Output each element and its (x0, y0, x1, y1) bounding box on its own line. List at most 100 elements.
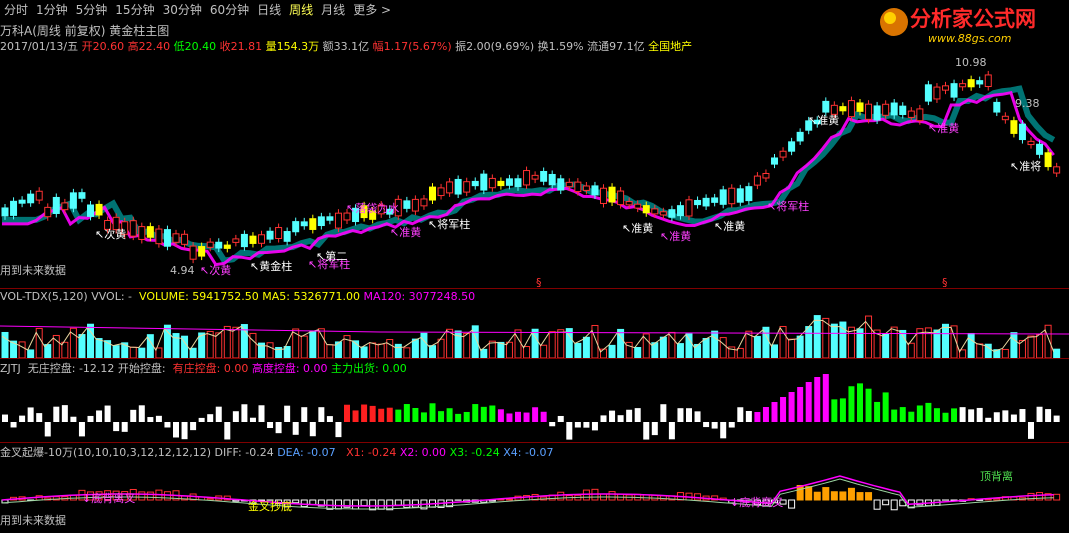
tab-5min[interactable]: 5分钟 (72, 0, 112, 20)
candle (87, 204, 94, 217)
candle (668, 209, 676, 218)
future-note: 用到未来数据 (0, 263, 66, 277)
volume-bar (95, 338, 103, 358)
macd-bar (890, 499, 898, 511)
macd-bar (352, 499, 360, 510)
candle (523, 170, 531, 186)
tab-15min[interactable]: 15分钟 (111, 0, 158, 20)
volume-bar (78, 334, 86, 358)
volume-bar (591, 324, 599, 358)
price-annotation: ↖次黄 (200, 263, 231, 277)
zjtj-bar (951, 408, 958, 422)
zjtj-bar (318, 407, 325, 422)
volume-bar (429, 345, 436, 358)
chart-title: 万科A(周线 前复权) 黄金柱主图 (0, 24, 170, 38)
volume-bar (1027, 335, 1035, 358)
candle (505, 178, 513, 186)
zjtj-bar (130, 409, 137, 422)
zjtj-bar (668, 422, 675, 440)
volume-bar (634, 347, 642, 358)
volume-bar (523, 346, 531, 358)
candle (728, 187, 736, 205)
macd-bar (608, 491, 616, 501)
zjtj-bar (728, 422, 735, 428)
candle (899, 105, 907, 115)
zjtj-bar (1045, 409, 1052, 422)
volume-bar (1036, 334, 1044, 358)
volume-bar (548, 331, 556, 358)
candle (163, 229, 171, 247)
tab-60min[interactable]: 60分钟 (206, 0, 253, 20)
macd-chart[interactable]: 顶背离金叉抄底 ↓底背离叉 ↓底背离叉用到未来数据 (0, 458, 1069, 533)
tab-weekly[interactable]: 周线 (285, 0, 317, 20)
macd-bar (309, 499, 317, 505)
zjtj-bar (284, 405, 291, 422)
volume-bar (813, 315, 821, 358)
candle (181, 233, 189, 245)
price-annotation: ↖落袋为水 (346, 201, 399, 215)
volume-bar (61, 341, 69, 358)
zjtj-bar (814, 377, 821, 422)
volume-bar (437, 338, 445, 358)
zjtj-bar (463, 411, 470, 422)
macd-bar (411, 499, 419, 508)
zjtj-bar (420, 412, 427, 422)
zjtj-bar (352, 410, 359, 422)
zjtj-bar (215, 406, 222, 422)
zjtj-bar (976, 407, 983, 422)
volume-bar (309, 330, 317, 358)
candle (967, 79, 975, 88)
zjtj-bar (780, 397, 787, 422)
volume-bar (129, 346, 137, 358)
candle (600, 187, 607, 204)
zjtj-bar (378, 408, 385, 422)
candle (890, 102, 898, 116)
zjtj-bar (309, 422, 316, 437)
macd-bar (882, 499, 890, 506)
zjtj-chart[interactable] (0, 374, 1069, 442)
candle (292, 221, 300, 233)
candle (924, 84, 932, 102)
zjtj-bar (19, 415, 26, 422)
zjtj-bar (591, 422, 598, 431)
candle (95, 203, 103, 216)
macd-bar (856, 492, 864, 501)
macd-bar (839, 491, 847, 501)
zjtj-bar (694, 411, 701, 422)
zjtj-bar (540, 411, 547, 422)
zjtj-bar (241, 404, 248, 422)
candle (480, 173, 488, 191)
candle (334, 212, 342, 229)
candle (659, 211, 667, 216)
tab-30min[interactable]: 30分钟 (159, 0, 206, 20)
price-chart[interactable]: 10.98 9.38 4.94 用到未来数据 ↖次黄 ↖次黄 ↖黄金柱 ↖将军柱 ↖将军柱 ↖准黄… (0, 52, 1069, 288)
volume-bar (702, 338, 710, 358)
tab-more[interactable]: 更多 > (349, 0, 395, 20)
candle (779, 150, 787, 158)
candle (258, 234, 265, 244)
macd-bar (1036, 492, 1044, 501)
candle (44, 206, 52, 218)
candle (317, 216, 325, 227)
volume-bar (249, 332, 257, 358)
candle (1036, 143, 1044, 155)
candle (557, 178, 565, 191)
zjtj-bar (634, 408, 641, 422)
tab-monthly[interactable]: 月线 (317, 0, 349, 20)
volume-bar (574, 342, 582, 358)
zjtj-bar (549, 422, 556, 427)
tab-daily[interactable]: 日线 (253, 0, 285, 20)
macd-bar (582, 489, 590, 501)
zjtj-bar (762, 407, 769, 422)
volume-chart[interactable] (0, 304, 1069, 358)
candle (488, 177, 496, 189)
zjtj-bar (361, 404, 368, 422)
zjtj-bar (771, 402, 778, 422)
tab-1min[interactable]: 1分钟 (32, 0, 72, 20)
volume-bar (1001, 348, 1009, 358)
candle (736, 188, 744, 203)
candle (882, 103, 890, 116)
tab-fenshi[interactable]: 分时 (0, 0, 32, 20)
candle (52, 196, 60, 214)
candle (548, 173, 556, 186)
